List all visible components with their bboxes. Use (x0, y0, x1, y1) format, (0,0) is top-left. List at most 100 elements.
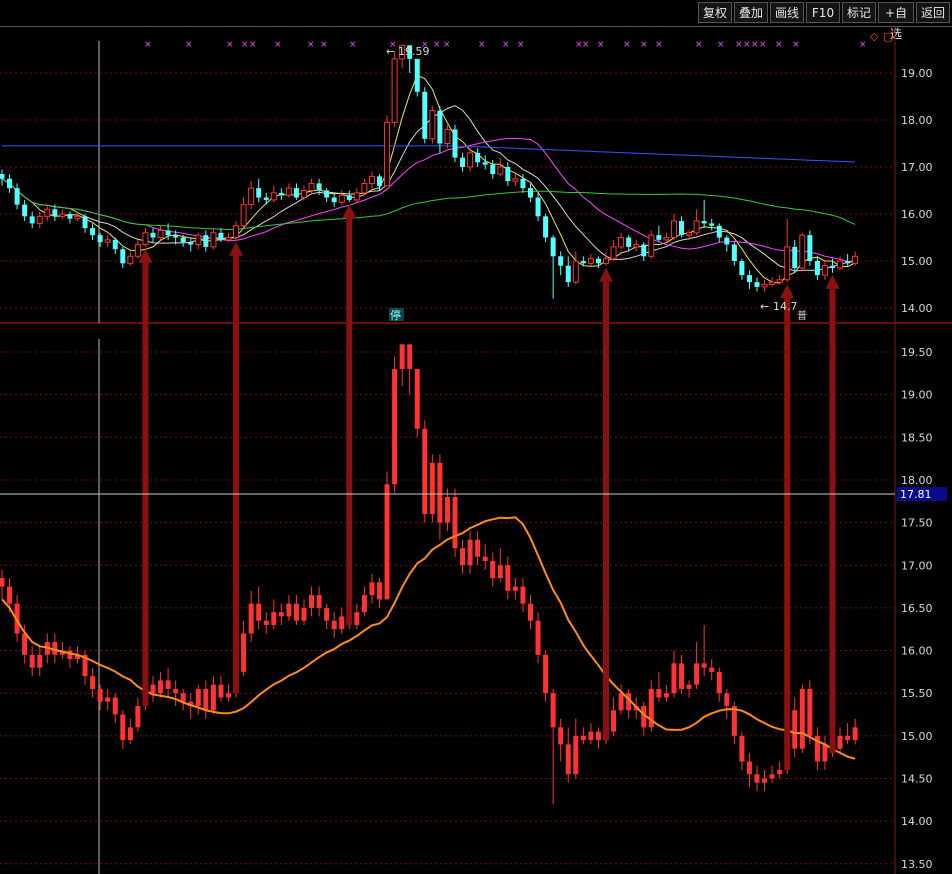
candle-body (195, 234, 202, 246)
lower-tick-label: 15.00 (901, 730, 933, 743)
signal-x-marker: × (502, 40, 510, 50)
candle-body (316, 595, 322, 608)
draw-line-button[interactable]: 画线 (770, 2, 804, 23)
lower-axis-labels: 19.50 19.00 18.50 18.00 17.50 17.00 16.50 16.00… (901, 346, 933, 871)
stock-chart-window: 复权 叠加 画线 F10 标记 +自选 返回 ◇ ▢ × × × × × × × × × × × × ×… (0, 0, 952, 874)
fuquan-button[interactable]: 复权 (698, 2, 732, 23)
candle-body (308, 182, 315, 191)
f10-button[interactable]: F10 (806, 2, 840, 23)
candle-body (286, 603, 292, 617)
candle-body (361, 182, 368, 194)
candle-body (134, 244, 141, 257)
candle-body (776, 279, 783, 283)
candle-body (67, 214, 73, 219)
candle-body (701, 221, 707, 224)
candle-body (565, 744, 571, 775)
candle-body (74, 215, 81, 220)
candle-body (180, 237, 186, 243)
signal-x-marker: × (717, 40, 725, 50)
lower-tick-label: 18.50 (901, 431, 933, 444)
candle-body (528, 188, 533, 198)
candle-body (105, 697, 111, 702)
candle-body (588, 731, 594, 741)
add-watchlist-button[interactable]: +自选 (878, 2, 914, 41)
candle-body (686, 684, 692, 689)
candle-body (618, 237, 625, 248)
candle-body (210, 684, 216, 711)
square-icon[interactable]: ▢ (883, 30, 893, 43)
lower-tick-label: 17.00 (901, 559, 933, 572)
candle-body (173, 235, 179, 238)
event-badge[interactable]: 普 (797, 309, 807, 322)
candle-body (256, 188, 262, 198)
high-arrow-icon: ← (386, 45, 395, 58)
candle-body (739, 261, 745, 276)
candle-body (368, 175, 375, 184)
candle-body (709, 223, 715, 226)
price-axis-labels: 19.00 18.00 17.00 16.00 15.00 14.00 (901, 67, 933, 315)
stop-badge[interactable]: 停 (390, 308, 401, 322)
candle-body (520, 178, 526, 189)
candle-body (0, 174, 5, 179)
candle-body (82, 216, 88, 229)
signal-arrow-head (599, 267, 613, 282)
candle-body (422, 91, 428, 139)
candle-body (142, 232, 149, 246)
candle-body (694, 663, 700, 685)
signal-arrow-head (229, 241, 244, 256)
candle-body (543, 654, 549, 694)
candle-body (120, 249, 126, 264)
chart-canvas[interactable]: ◇ ▢ × × × × × × × × × × × × × × × × × × × × × × × × × × × × × × × 19.5… (0, 27, 952, 874)
lower-tick-label: 16.50 (901, 602, 933, 615)
candle-body (799, 234, 806, 269)
overlay-button[interactable]: 叠加 (734, 2, 768, 23)
signal-x-marker: × (792, 40, 800, 50)
candle-body (293, 603, 299, 621)
signal-x-marker: × (517, 40, 525, 50)
lower-gridlines (0, 351, 895, 865)
back-button[interactable]: 返回 (916, 2, 950, 23)
candle-body (845, 261, 851, 264)
signal-x-marker: × (320, 40, 328, 50)
signal-arrows (138, 204, 840, 771)
candle-body (226, 693, 231, 698)
lower-tick-label: 14.00 (901, 815, 933, 828)
candle-body (104, 239, 111, 243)
lower-tick-label: 13.50 (901, 858, 933, 871)
signal-x-marker: × (597, 40, 605, 50)
candle-body (203, 235, 209, 247)
price-tick-label: 18.00 (901, 114, 933, 127)
candle-body (293, 188, 299, 198)
candle-body (22, 204, 28, 217)
lower-tick-label: 15.50 (901, 687, 933, 700)
candle-body (195, 688, 201, 706)
candle-body (490, 560, 496, 579)
candle-body (369, 582, 375, 596)
candle-body (241, 633, 247, 672)
candle-body (309, 595, 315, 608)
candle-body (301, 190, 307, 199)
signal-x-marker: × (695, 40, 703, 50)
candle-body (97, 235, 103, 243)
candle-body (324, 190, 330, 198)
candle-body (467, 152, 474, 168)
candle-body (512, 178, 519, 182)
candle-body (233, 225, 240, 238)
candle-body (558, 256, 564, 266)
candle-body (44, 208, 51, 217)
mark-button[interactable]: 标记 (842, 2, 876, 23)
candle-body (165, 230, 171, 236)
candle-body (120, 714, 126, 741)
low-price-label: 14.7 (773, 300, 798, 313)
candle-body (414, 58, 420, 92)
diamond-icon[interactable]: ◇ (870, 30, 879, 43)
candle-body (263, 197, 269, 200)
candle-body (693, 220, 700, 234)
lower-tick-label: 18.00 (901, 474, 933, 487)
candle-body (7, 178, 13, 189)
candle-body (497, 565, 503, 579)
candle-body (301, 607, 307, 621)
candle-body (663, 693, 669, 698)
candle-body (505, 167, 511, 182)
candle-body (580, 261, 586, 264)
